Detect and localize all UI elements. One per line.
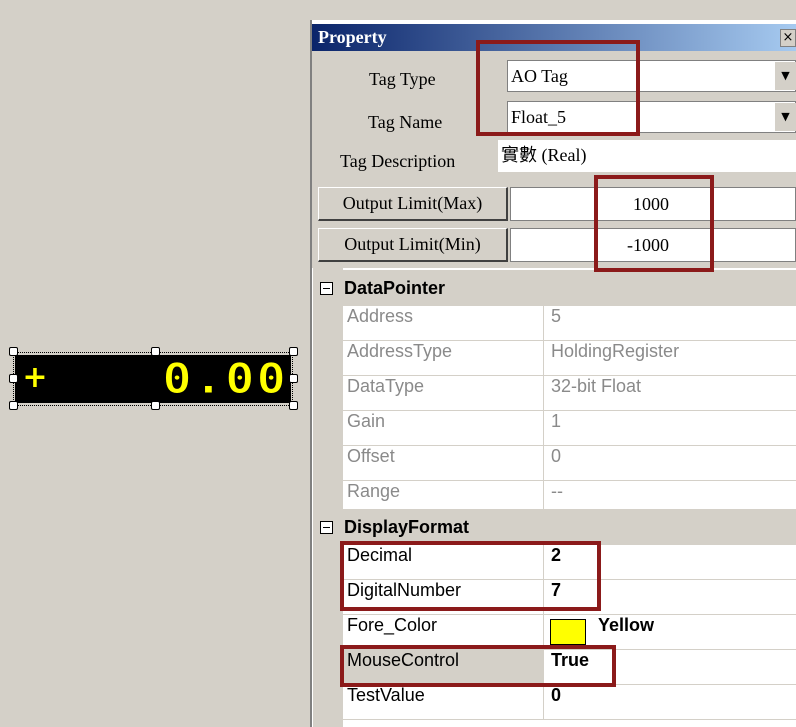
grid-row-value: Yellow — [598, 615, 655, 635]
tag-description-field[interactable]: 實數 (Real) — [498, 140, 796, 172]
output-limit-min-value: -1000 — [627, 235, 669, 255]
grid-separator — [543, 580, 544, 614]
output-limit-max-field[interactable]: 1000 — [510, 187, 796, 221]
category-datapointer[interactable]: DataPointer — [313, 270, 796, 306]
grid-row-decimal[interactable]: Decimal 2 — [343, 545, 796, 580]
grid-gutter — [313, 268, 343, 727]
grid-separator — [543, 545, 544, 579]
resize-handle-middle-left[interactable] — [9, 374, 18, 383]
output-limit-max-value: 1000 — [633, 194, 669, 214]
grid-row-value: 2 — [551, 545, 562, 565]
tag-name-label: Tag Name — [368, 112, 443, 132]
collapse-icon[interactable] — [320, 282, 333, 295]
grid-row-value: HoldingRegister — [551, 341, 680, 361]
panel-title: Property — [318, 27, 387, 47]
grid-row-digitalnumber[interactable]: DigitalNumber 7 — [343, 580, 796, 615]
grid-row-value: 0 — [551, 685, 562, 705]
grid-row-name: DataType — [347, 376, 425, 396]
output-limit-min-button[interactable]: Output Limit(Min) — [318, 228, 508, 262]
grid-row-address[interactable]: Address 5 — [343, 306, 796, 341]
tag-type-value: AO Tag — [511, 66, 568, 86]
resize-handle-top-center[interactable] — [151, 347, 160, 356]
grid-row-addresstype[interactable]: AddressType HoldingRegister — [343, 341, 796, 376]
tag-name-select[interactable]: Float_5 — [507, 101, 796, 133]
grid-row-name: Address — [347, 306, 414, 326]
grid-separator — [543, 446, 544, 480]
grid-separator — [543, 376, 544, 410]
tag-name-value: Float_5 — [511, 107, 567, 127]
grid-row-value: 32-bit Float — [551, 376, 642, 396]
sign-indicator: + — [22, 360, 48, 395]
grid-row-name: Gain — [347, 411, 386, 431]
tag-type-dropdown-icon[interactable]: ▼ — [774, 62, 796, 90]
resize-handle-bottom-right[interactable] — [289, 401, 298, 410]
grid-row-value: 7 — [551, 580, 562, 600]
grid-row-datatype[interactable]: DataType 32-bit Float — [343, 376, 796, 411]
digital-value: 0.00 — [162, 354, 288, 403]
grid-row-name: Offset — [347, 446, 395, 466]
grid-row-value: 1 — [551, 411, 562, 431]
grid-separator — [543, 650, 544, 684]
grid-row-name: DigitalNumber — [347, 580, 462, 600]
grid-row-name: TestValue — [347, 685, 425, 705]
resize-handle-bottom-center[interactable] — [151, 401, 160, 410]
grid-row-offset[interactable]: Offset 0 — [343, 446, 796, 481]
category-label: DisplayFormat — [344, 517, 470, 537]
category-label: DataPointer — [344, 278, 446, 298]
grid-row-fore-color[interactable]: Fore_Color Yellow — [343, 615, 796, 650]
grid-row-name: MouseControl — [343, 650, 543, 684]
grid-row-value: 5 — [551, 306, 562, 326]
grid-row-value: True — [551, 650, 590, 670]
tag-description-label: Tag Description — [340, 151, 456, 171]
grid-separator — [543, 615, 544, 649]
grid-row-name: Fore_Color — [347, 615, 438, 635]
color-swatch[interactable] — [550, 619, 586, 645]
resize-handle-bottom-left[interactable] — [9, 401, 18, 410]
resize-handle-middle-right[interactable] — [289, 374, 298, 383]
grid-separator — [543, 411, 544, 445]
grid-row-name: AddressType — [347, 341, 453, 361]
output-limit-min-field[interactable]: -1000 — [510, 228, 796, 262]
tag-description-value: 實數 (Real) — [501, 145, 587, 165]
grid-row-value: 0 — [551, 446, 562, 466]
grid-row-name: Decimal — [347, 545, 413, 565]
close-icon[interactable]: × — [780, 29, 796, 47]
category-displayformat[interactable]: DisplayFormat — [313, 509, 796, 545]
grid-row-gain[interactable]: Gain 1 — [343, 411, 796, 446]
tag-type-select[interactable]: AO Tag — [507, 60, 796, 92]
tag-name-dropdown-icon[interactable]: ▼ — [774, 103, 796, 131]
collapse-icon[interactable] — [320, 521, 333, 534]
grid-row-testvalue[interactable]: TestValue 0 — [343, 685, 796, 720]
grid-separator — [543, 341, 544, 375]
grid-separator — [543, 306, 544, 340]
grid-separator — [543, 685, 544, 719]
tag-type-label: Tag Type — [369, 69, 436, 89]
resize-handle-top-left[interactable] — [9, 347, 18, 356]
resize-handle-top-right[interactable] — [289, 347, 298, 356]
output-limit-max-button[interactable]: Output Limit(Max) — [318, 187, 508, 221]
grid-row-mousecontrol[interactable]: MouseControl True — [343, 650, 796, 685]
